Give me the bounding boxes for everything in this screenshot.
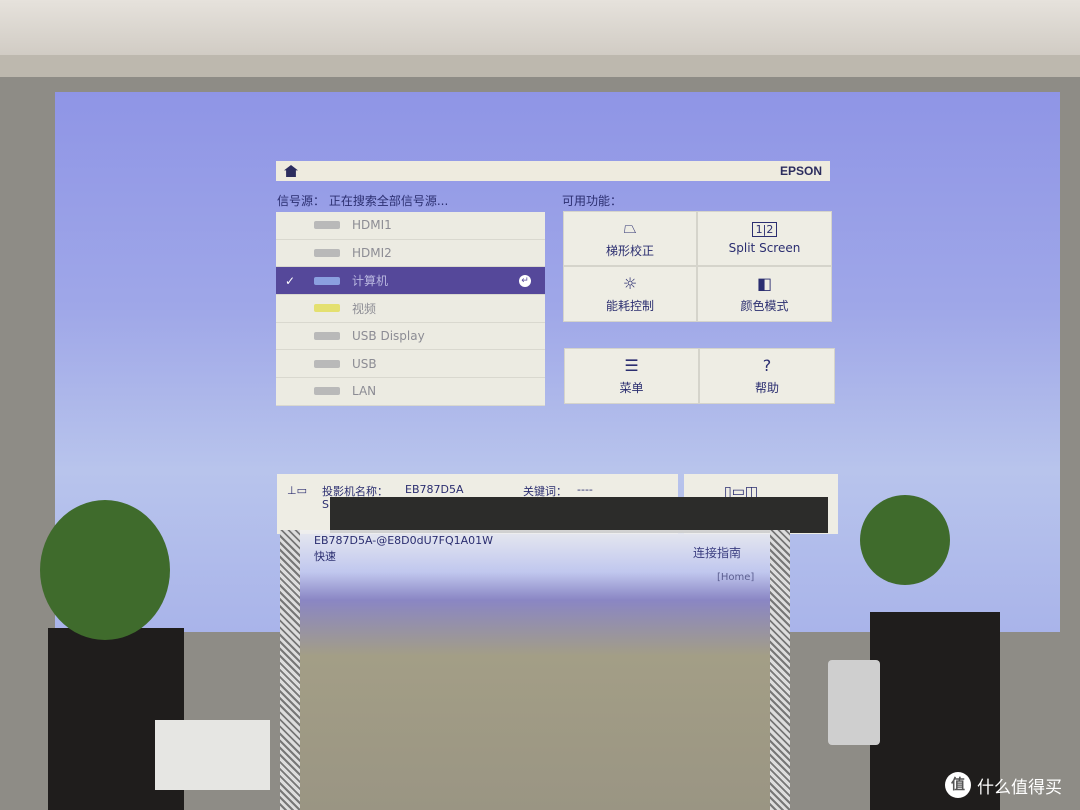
color-mode-button[interactable]: ◧ 颜色模式 <box>697 266 832 322</box>
vga-plug-icon <box>314 276 340 285</box>
functions-header: 可用功能： <box>562 194 623 208</box>
tile-label: 帮助 <box>754 381 779 395</box>
split-screen-icon: 1|2 <box>751 222 778 237</box>
source-item-hdmi1[interactable]: HDMI1 <box>276 212 545 240</box>
crown-molding <box>0 55 1080 77</box>
projector-name: EB787D5A <box>405 483 464 496</box>
menu-button[interactable]: ☰ 菜单 <box>564 348 699 404</box>
top-bar: EPSON <box>276 161 830 181</box>
source-label: HDMI2 <box>352 246 392 261</box>
left-plant <box>40 500 170 640</box>
source-item-usb-display[interactable]: USB Display <box>276 322 545 351</box>
source-item-video[interactable]: 视频 <box>276 295 545 323</box>
usb-plug-icon <box>314 332 340 341</box>
watermark: 值 什么值得买 <box>945 772 1062 798</box>
tile-label: 菜单 <box>619 381 644 395</box>
home-hint: [Home] <box>717 572 755 583</box>
lan-icon <box>314 387 340 396</box>
lace-cloth: EB787D5A-@E8D0dU7FQ1A01W 快速 连接指南 [Home] <box>280 530 790 810</box>
usb-plug-icon <box>314 359 340 368</box>
ceiling <box>0 0 1080 60</box>
split-screen-button[interactable]: 1|2 Split Screen <box>697 211 832 266</box>
brightness-icon: ☼ <box>622 274 638 293</box>
source-label: 计算机 <box>352 274 389 289</box>
speaker-device <box>828 660 880 745</box>
keystone-icon: ⏢ <box>623 218 637 237</box>
right-plant <box>860 495 950 585</box>
source-label: 视频 <box>352 301 377 316</box>
source-list: HDMI1 HDMI2 ✓ 计算机 ↵ 视频 USB Display USB LAN <box>276 212 545 406</box>
source-item-hdmi2[interactable]: HDMI2 <box>276 239 545 268</box>
help-icon: ? <box>762 356 772 375</box>
color-mode-icon: ◧ <box>756 274 773 293</box>
enter-icon: ↵ <box>519 274 531 287</box>
source-item-lan[interactable]: LAN <box>276 378 545 406</box>
source-label: LAN <box>352 384 377 399</box>
ssid: EB787D5A-@E8D0dU7FQ1A01W <box>314 534 494 547</box>
watermark-logo: 值 <box>945 772 971 798</box>
source-label: HDMI1 <box>352 218 392 233</box>
lace-border <box>280 530 300 810</box>
source-label: USB <box>352 356 377 371</box>
source-item-usb[interactable]: USB <box>276 350 545 379</box>
connection-mode: 快速 <box>314 550 336 563</box>
tile-label: Split Screen <box>728 241 801 255</box>
tile-label: 颜色模式 <box>740 299 789 313</box>
tile-label: 梯形校正 <box>605 244 654 258</box>
hdmi-plug-icon <box>314 249 340 258</box>
ssid-partial: S <box>322 498 329 511</box>
keyword-value: ---- <box>577 483 593 496</box>
watermark-text: 什么值得买 <box>977 777 1062 798</box>
projector-device <box>155 720 270 790</box>
help-button[interactable]: ? 帮助 <box>699 348 835 404</box>
menu-icon: ☰ <box>624 356 639 375</box>
rca-plug-icon <box>314 304 340 313</box>
lan-icon: ⊥▭ <box>287 484 307 497</box>
check-icon: ✓ <box>285 273 296 288</box>
source-header: 信号源： 正在搜索全部信号源... <box>277 194 449 208</box>
connection-guide-label: 连接指南 <box>693 546 742 560</box>
tile-label: 能耗控制 <box>605 299 654 313</box>
keystone-button[interactable]: ⏢ 梯形校正 <box>563 211 697 266</box>
television <box>330 497 828 533</box>
source-label: USB Display <box>352 329 425 344</box>
power-control-button[interactable]: ☼ 能耗控制 <box>563 266 697 322</box>
hdmi-plug-icon <box>314 221 340 230</box>
home-icon[interactable] <box>284 165 298 177</box>
source-item-computer[interactable]: ✓ 计算机 ↵ <box>276 267 545 296</box>
brand-logo: EPSON <box>779 164 822 178</box>
lace-border <box>770 530 790 810</box>
